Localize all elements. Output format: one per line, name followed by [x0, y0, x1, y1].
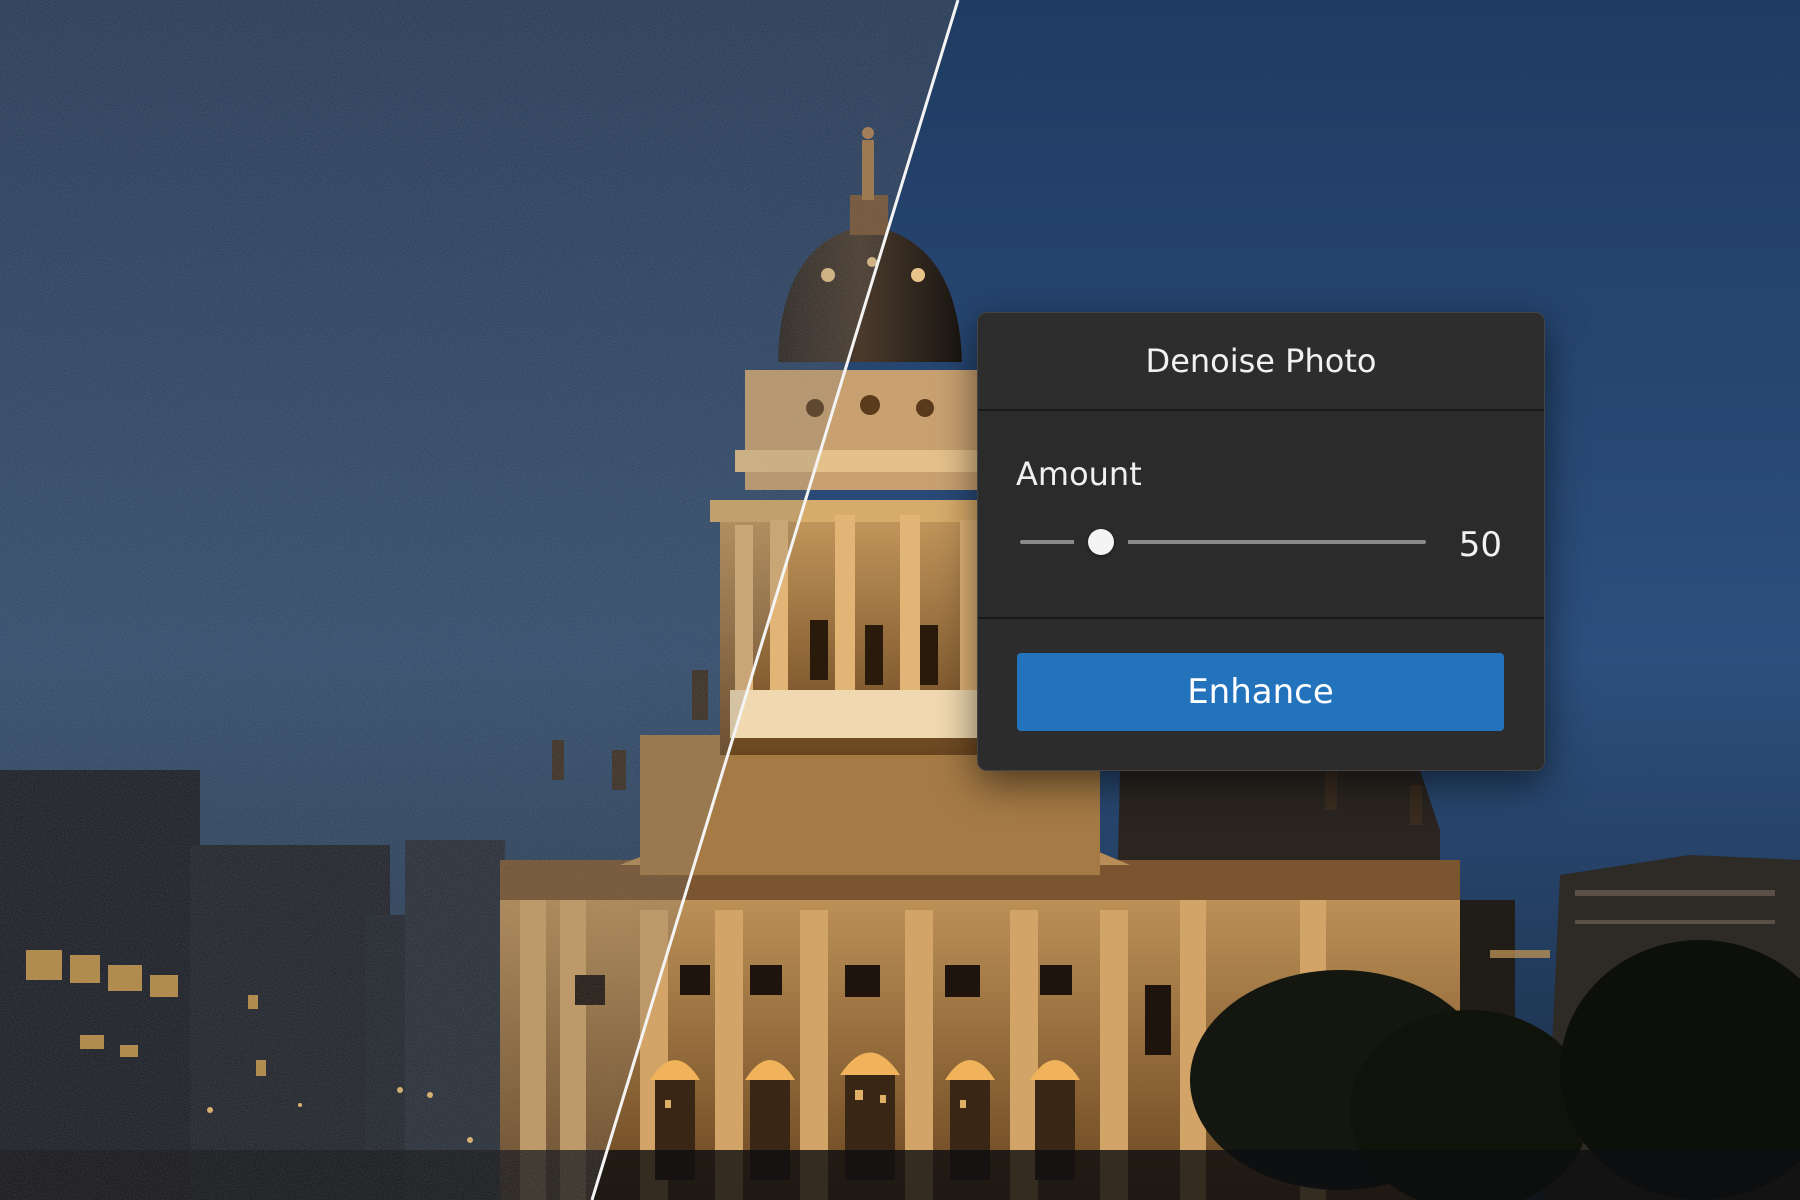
- amount-value: 50: [1458, 525, 1502, 565]
- amount-section: Amount 50: [978, 411, 1544, 619]
- amount-label: Amount: [1016, 455, 1142, 493]
- panel-title: Denoise Photo: [1145, 342, 1377, 380]
- amount-slider[interactable]: [1020, 527, 1426, 557]
- panel-header: Denoise Photo: [978, 313, 1544, 411]
- panel-footer: Enhance: [978, 619, 1544, 770]
- denoise-panel: Denoise Photo Amount 50 Enhance: [977, 312, 1545, 771]
- slider-thumb[interactable]: [1088, 529, 1114, 555]
- enhance-button[interactable]: Enhance: [1017, 653, 1504, 731]
